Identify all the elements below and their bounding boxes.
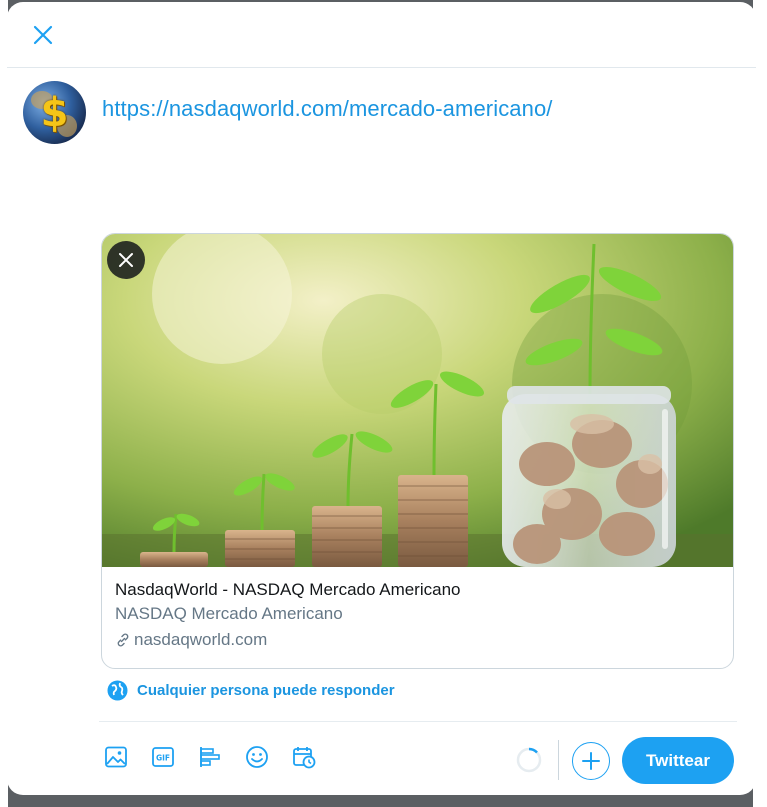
tweet-text-input[interactable]: https://nasdaqworld.com/mercado-american…	[102, 96, 553, 122]
card-body: NasdaqWorld - NASDAQ Mercado Americano N…	[102, 567, 733, 653]
card-title: NasdaqWorld - NASDAQ Mercado Americano	[115, 580, 461, 599]
schedule-icon	[293, 747, 316, 769]
tweet-button[interactable]: Twittear	[622, 737, 734, 784]
poll-icon	[200, 747, 220, 767]
reply-setting-button[interactable]: Cualquier persona puede responder	[107, 680, 395, 701]
card-domain: nasdaqworld.com	[134, 630, 268, 649]
schedule-button[interactable]	[287, 740, 321, 774]
character-count-progress	[516, 747, 542, 773]
plus-icon	[582, 752, 600, 770]
avatar[interactable]: $	[23, 81, 86, 144]
modal-header	[7, 2, 756, 68]
gif-icon: GIF	[152, 747, 174, 767]
card-image	[102, 234, 733, 567]
close-icon	[119, 253, 133, 267]
close-icon	[33, 25, 53, 44]
reply-setting-label: Cualquier persona puede responder	[137, 682, 395, 699]
compose-tweet-modal: $ https://nasdaqworld.com/mercado-americ…	[7, 2, 756, 795]
link-icon	[117, 633, 129, 647]
link-preview-card[interactable]: NasdaqWorld - NASDAQ Mercado Americano N…	[101, 233, 734, 669]
divider	[99, 721, 737, 722]
globe-icon	[107, 680, 128, 701]
media-button[interactable]	[99, 740, 133, 774]
compose-toolbar: GIF	[99, 740, 321, 774]
gif-button[interactable]: GIF	[146, 740, 180, 774]
card-domain-row: nasdaqworld.com	[115, 627, 720, 653]
svg-text:GIF: GIF	[156, 754, 170, 763]
add-tweet-button[interactable]	[572, 742, 610, 780]
image-icon	[105, 746, 127, 768]
emoji-button[interactable]	[240, 740, 274, 774]
poll-button[interactable]	[193, 740, 227, 774]
close-button[interactable]	[27, 19, 59, 51]
emoji-icon	[246, 746, 268, 768]
coins-plants-image	[102, 234, 733, 567]
card-description: NASDAQ Mercado Americano	[115, 604, 343, 623]
remove-card-button[interactable]	[107, 241, 145, 279]
dollar-icon: $	[40, 89, 69, 136]
toolbar-separator	[558, 740, 559, 780]
